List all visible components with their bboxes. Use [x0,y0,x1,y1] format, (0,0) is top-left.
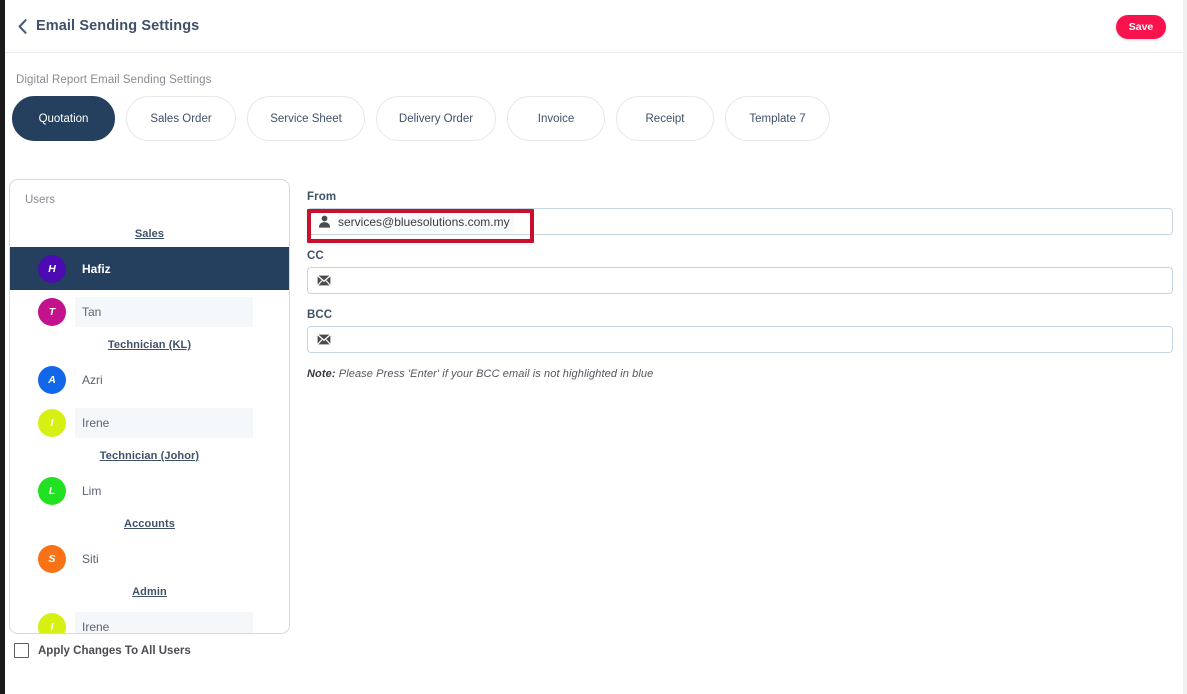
user-name: Hafiz [82,261,111,276]
tab-template-7[interactable]: Template 7 [725,96,830,141]
avatar: H [38,254,66,283]
user-name-container: Irene [75,611,253,634]
tab-sales-order[interactable]: Sales Order [126,96,236,141]
email-form: From services@bluesolutions.com.my CC BCC No… [307,191,1173,380]
user-name-container: Irene [75,407,253,438]
tab-quotation[interactable]: Quotation [12,96,115,141]
user-name-container: Siti [75,544,253,574]
user-name: Irene [82,415,110,430]
form-note-text: Please Press 'Enter' if your BCC email i… [335,368,654,380]
user-group-heading: Technician (Johor) [99,450,200,462]
form-note-prefix: Note: [307,368,336,380]
avatar: T [38,297,66,326]
user-row-irene[interactable]: I Irene [10,605,289,634]
user-name: Irene [82,619,110,634]
form-note: Note: Please Press 'Enter' if your BCC e… [307,368,1173,380]
user-group-heading: Sales [134,228,165,240]
person-icon [317,215,331,229]
users-list: Sales H Hafiz T Tan Technician (KL) A Azri I Iren… [10,222,289,634]
envelope-icon [317,333,331,347]
user-row-azri[interactable]: A Azri [10,358,289,401]
user-row-lim[interactable]: L Lim [10,469,289,512]
apply-all-label: Apply Changes To All Users [38,644,191,657]
user-row-tan[interactable]: T Tan [10,290,289,333]
avatar: S [38,544,66,573]
user-name: Siti [82,551,99,566]
user-name: Tan [82,304,102,319]
avatar: A [38,365,66,394]
user-name-container: Tan [75,296,253,327]
user-name: Azri [82,372,103,387]
tab-invoice[interactable]: Invoice [507,96,605,141]
template-tabs: Quotation Sales Order Service Sheet Deliver… [12,96,830,141]
right-edge-strip [1183,0,1187,694]
section-caption: Digital Report Email Sending Settings [16,74,212,86]
avatar: L [38,476,66,505]
tab-service-sheet[interactable]: Service Sheet [247,96,365,141]
user-row-siti[interactable]: S Siti [10,537,289,580]
field-value-from: services@bluesolutions.com.my [338,212,514,231]
user-group-heading: Technician (KL) [107,339,192,351]
field-input-bcc[interactable] [307,326,1173,353]
user-name-container: Hafiz [75,254,253,284]
avatar: I [38,612,66,633]
apply-all-checkbox[interactable] [14,643,29,658]
users-panel: Users Sales H Hafiz T Tan Technician (KL) A Azr… [9,179,290,634]
users-panel-title: Users [25,194,56,206]
page-title: Email Sending Settings [36,18,200,34]
left-edge-strip [0,0,5,694]
save-button[interactable]: Save [1116,15,1166,39]
user-row-irene[interactable]: I Irene [10,401,289,444]
page-header: Email Sending Settings Save [5,0,1183,53]
field-label-cc: CC [307,250,324,262]
user-row-hafiz[interactable]: H Hafiz [10,247,289,290]
user-name-container: Azri [75,365,253,395]
field-input-cc[interactable] [307,267,1173,294]
user-group-heading: Admin [132,586,167,598]
apply-changes-to-all-users-row[interactable]: Apply Changes To All Users [14,643,191,658]
tab-delivery-order[interactable]: Delivery Order [376,96,496,141]
field-input-from[interactable]: services@bluesolutions.com.my [307,208,1173,235]
tab-receipt[interactable]: Receipt [616,96,714,141]
user-group-heading: Accounts [124,518,175,530]
avatar: I [38,408,66,437]
envelope-icon [317,274,331,288]
chevron-left-icon[interactable] [15,15,29,37]
app-root: Email Sending Settings Save Digital Repo… [0,0,1187,694]
user-name: Lim [82,483,102,498]
user-name-container: Lim [75,476,253,506]
field-label-bcc: BCC [307,309,333,321]
field-label-from: From [307,191,337,203]
